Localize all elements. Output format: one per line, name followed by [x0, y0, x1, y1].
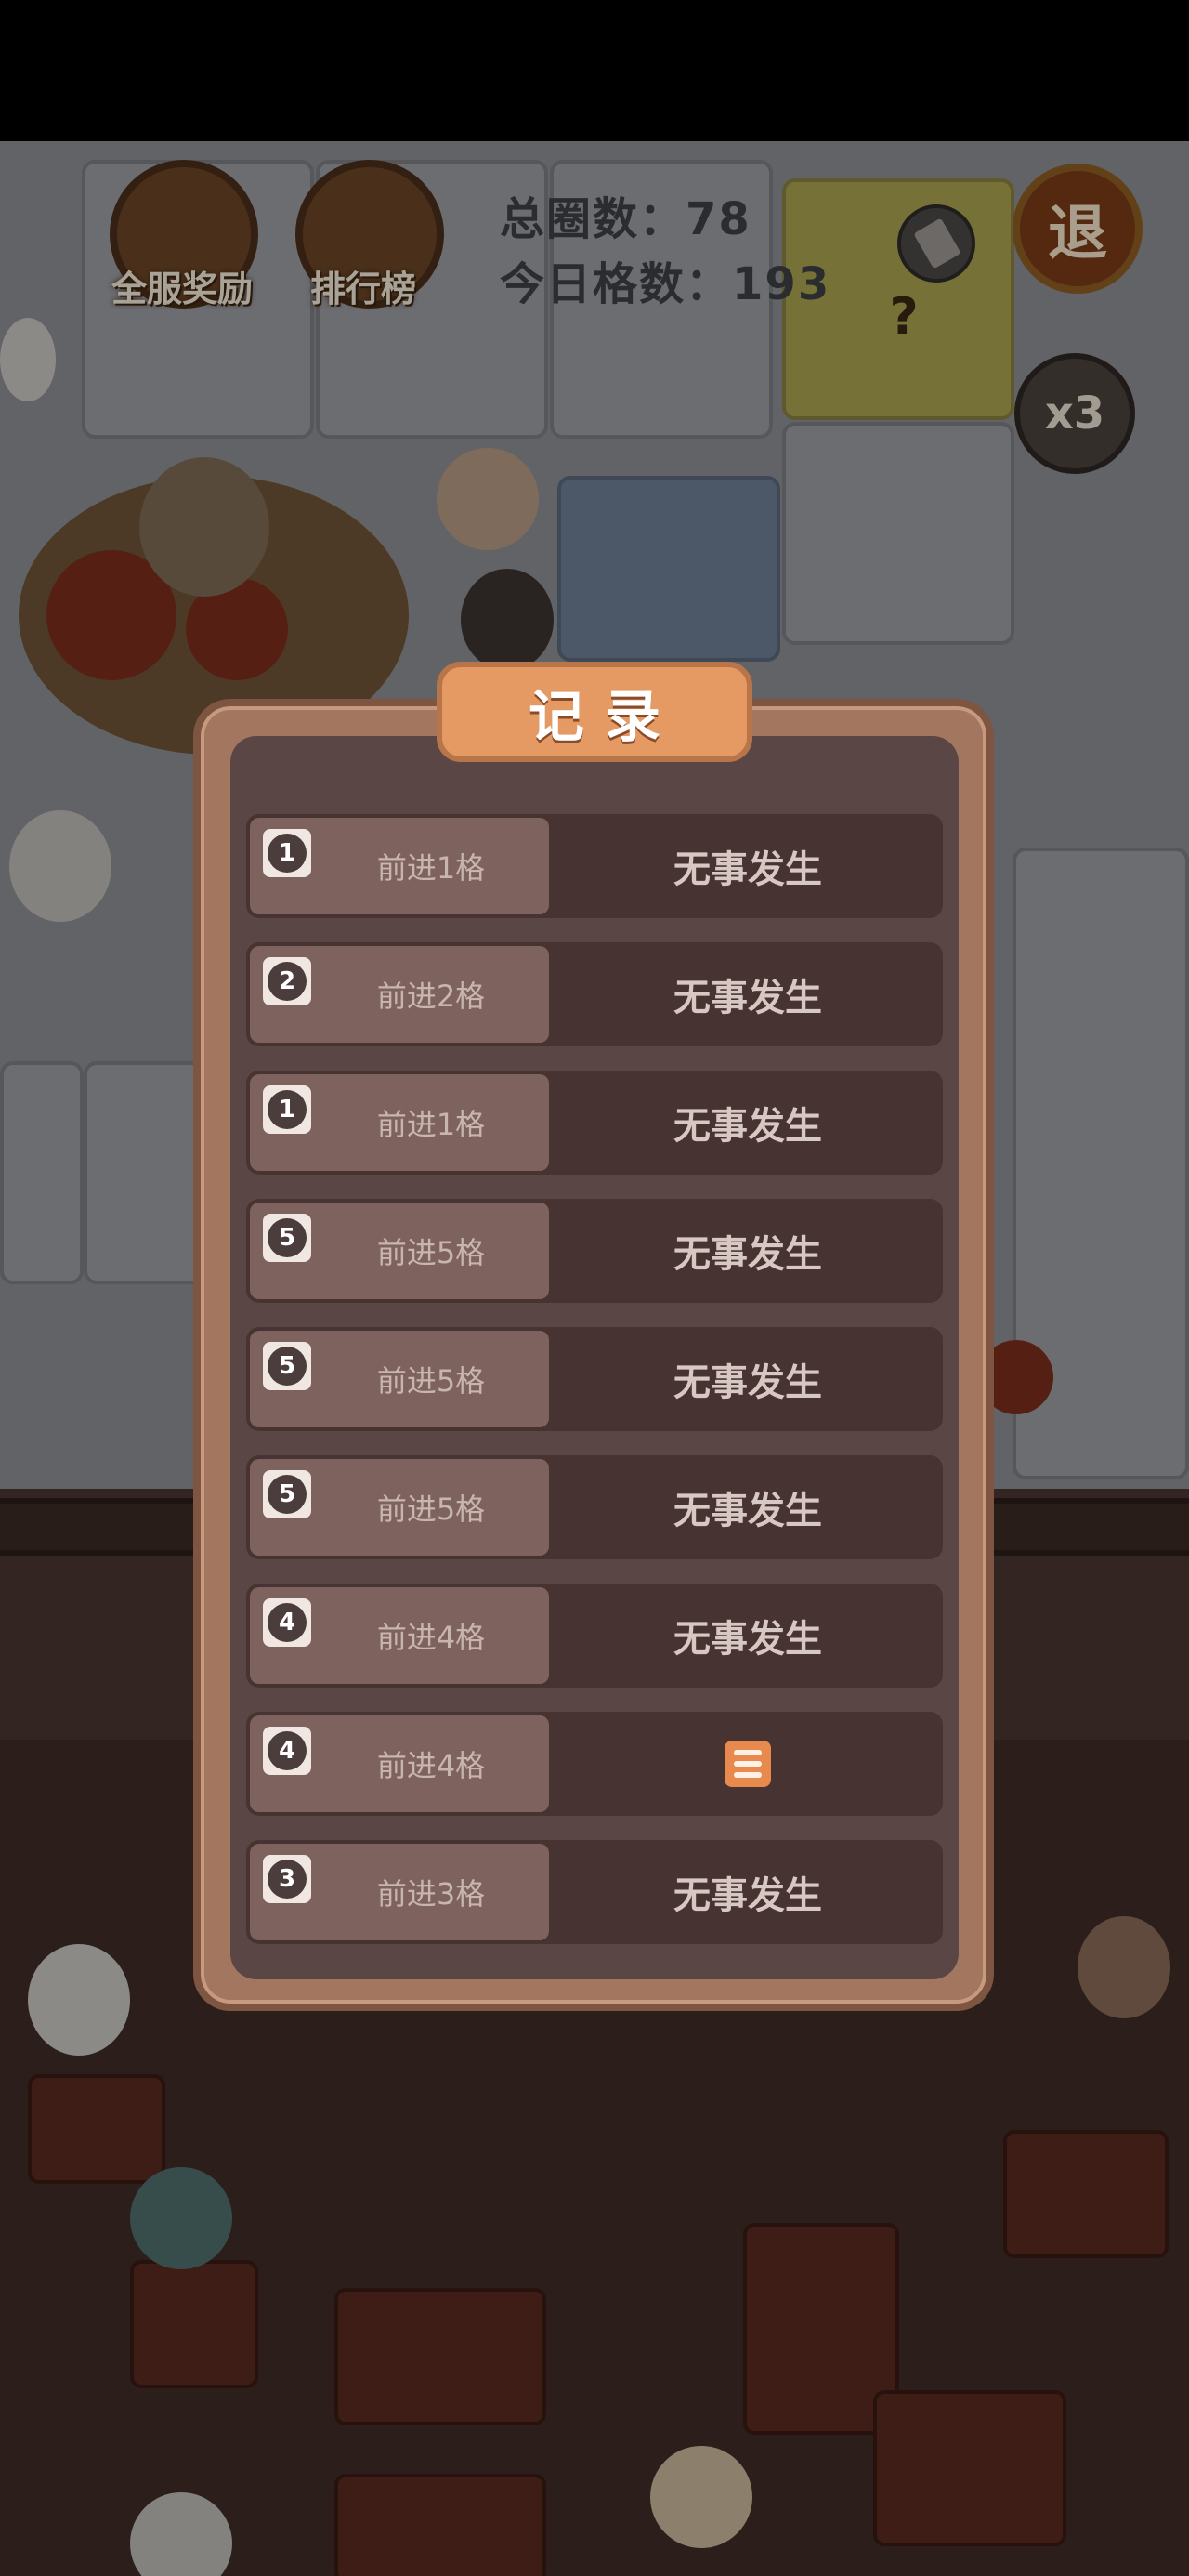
record-step-cell: 5 前进5格 — [250, 1203, 549, 1299]
record-step-cell: 5 前进5格 — [250, 1459, 549, 1556]
tile-icon — [725, 1741, 771, 1787]
dice-number: 5 — [268, 1218, 307, 1257]
dice-number: 1 — [268, 834, 307, 873]
record-row: 4 前进4格 无事发生 — [246, 1584, 943, 1688]
dice-badge: 2 — [263, 957, 311, 1005]
event-label: 无事发生 — [673, 1874, 822, 1917]
step-label: 前进4格 — [376, 1620, 486, 1655]
dice-number: 4 — [268, 1603, 307, 1642]
modal-title: 记录 — [437, 662, 752, 762]
event-label: 无事发生 — [673, 977, 822, 1019]
step-label: 前进3格 — [376, 1876, 486, 1912]
dice-badge: 3 — [263, 1855, 311, 1903]
dice-badge: 1 — [263, 1085, 311, 1134]
dice-badge: 4 — [263, 1598, 311, 1647]
event-label: 无事发生 — [673, 848, 822, 891]
step-label: 前进5格 — [376, 1235, 486, 1270]
dice-badge: 5 — [263, 1470, 311, 1518]
record-row: 5 前进5格 无事发生 — [246, 1455, 943, 1559]
step-label: 前进1格 — [376, 850, 486, 886]
dice-number: 1 — [268, 1090, 307, 1129]
status-bar — [0, 0, 1189, 141]
record-step-cell: 2 前进2格 — [250, 946, 549, 1043]
record-row: 2 前进2格 无事发生 — [246, 942, 943, 1046]
step-label: 前进5格 — [376, 1492, 486, 1527]
record-step-cell: 3 前进3格 — [250, 1844, 549, 1940]
record-step-cell: 4 前进4格 — [250, 1715, 549, 1812]
record-row: 4 前进4格 — [246, 1712, 943, 1816]
record-row: 5 前进5格 无事发生 — [246, 1199, 943, 1303]
dice-number: 3 — [268, 1860, 307, 1899]
dice-badge: 4 — [263, 1727, 311, 1775]
event-label: 无事发生 — [673, 1233, 822, 1276]
event-label: 无事发生 — [673, 1490, 822, 1532]
dice-number: 2 — [268, 962, 307, 1001]
event-label: 无事发生 — [673, 1105, 822, 1148]
record-row: 1 前进1格 无事发生 — [246, 1071, 943, 1175]
record-step-cell: 5 前进5格 — [250, 1331, 549, 1427]
event-label: 无事发生 — [673, 1618, 822, 1661]
dice-badge: 5 — [263, 1342, 311, 1390]
event-label — [553, 1712, 943, 1816]
record-step-cell: 1 前进1格 — [250, 818, 549, 914]
dice-badge: 5 — [263, 1214, 311, 1262]
step-label: 前进4格 — [376, 1748, 486, 1783]
dice-number: 5 — [268, 1347, 307, 1386]
step-label: 前进2格 — [376, 979, 486, 1014]
record-row: 1 前进1格 无事发生 — [246, 814, 943, 918]
step-label: 前进5格 — [376, 1363, 486, 1399]
dice-number: 4 — [268, 1731, 307, 1770]
record-step-cell: 1 前进1格 — [250, 1074, 549, 1171]
dice-badge: 1 — [263, 829, 311, 877]
record-row: 3 前进3格 无事发生 — [246, 1840, 943, 1944]
record-step-cell: 4 前进4格 — [250, 1587, 549, 1684]
event-label: 无事发生 — [673, 1361, 822, 1404]
step-label: 前进1格 — [376, 1107, 486, 1142]
dice-number: 5 — [268, 1475, 307, 1514]
record-row: 5 前进5格 无事发生 — [246, 1327, 943, 1431]
